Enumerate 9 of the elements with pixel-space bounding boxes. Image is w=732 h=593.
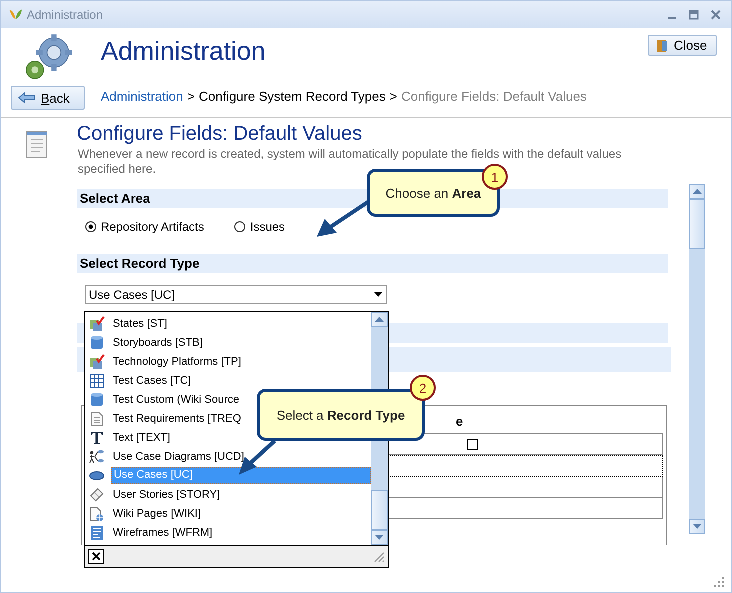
section-title: Configure Fields: Default Values [77, 123, 362, 145]
column-header: e [456, 413, 464, 431]
section-heading: Select Record Type [77, 254, 668, 273]
window-title: Administration [27, 8, 104, 22]
number-badge: 2 [410, 375, 436, 401]
breadcrumb-separator: > [390, 89, 398, 104]
breadcrumb-separator: > [187, 89, 195, 104]
breadcrumb-current: Configure Fields: Default Values [401, 89, 587, 104]
page-title: Administration [101, 36, 266, 67]
